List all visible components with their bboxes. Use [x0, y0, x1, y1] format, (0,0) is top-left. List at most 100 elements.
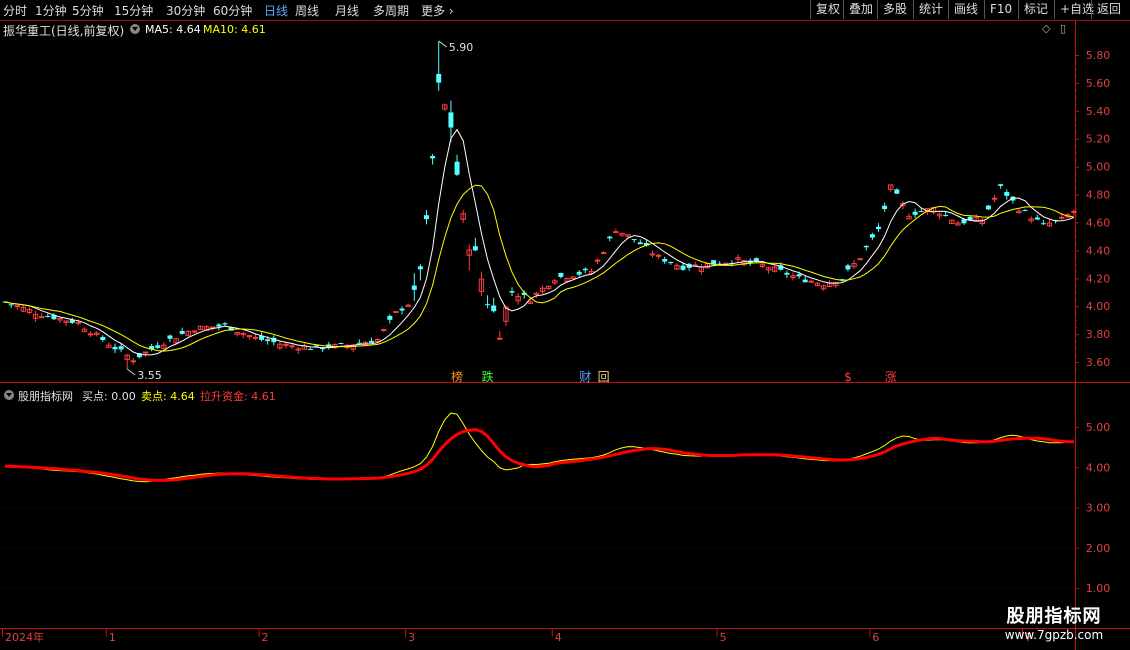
candle-body-down	[509, 291, 515, 293]
candle-body-down	[356, 342, 362, 344]
watermark-url: www.7gpzb.com	[1004, 628, 1104, 642]
y-tick-label: 4.60	[1086, 216, 1111, 229]
event-marker: 财	[579, 370, 591, 384]
y-minor-tick	[1075, 152, 1077, 154]
y-tick-mark	[1075, 278, 1079, 280]
candle-body-down	[631, 239, 637, 241]
candle-body-down	[607, 236, 613, 239]
ind-y-tick-label: 4.00	[1086, 461, 1111, 474]
candle-body-up	[393, 310, 399, 313]
tool-button-0[interactable]: 复权	[810, 0, 843, 19]
period-tab-9[interactable]: 多周期	[373, 2, 409, 19]
candle-body-up	[75, 321, 82, 324]
period-tab-6[interactable]: 日线	[264, 2, 288, 19]
candle-body-down	[680, 265, 686, 270]
y-minor-tick	[1075, 264, 1077, 266]
candle-body-down	[576, 271, 582, 275]
period-tab-10[interactable]: 更多 ›	[421, 2, 454, 19]
y-minor-tick	[1075, 180, 1077, 182]
y-tick-label: 5.40	[1086, 105, 1111, 118]
period-tab-0[interactable]: 分时	[3, 2, 27, 19]
y-minor-tick	[1075, 271, 1077, 273]
candle-body-up	[14, 305, 20, 308]
candle-body-up	[1071, 210, 1077, 213]
y-minor-tick	[1075, 292, 1077, 294]
candle-body-down	[45, 315, 51, 317]
candle-body-down	[265, 339, 271, 342]
period-tab-4[interactable]: 30分钟	[166, 2, 205, 19]
tool-button-3[interactable]: 统计	[913, 0, 948, 19]
tool-button-7[interactable]: +自选	[1054, 0, 1094, 19]
x-tick-mark	[258, 629, 260, 637]
tool-button-5[interactable]: F10	[984, 0, 1018, 19]
y-minor-tick	[1075, 117, 1077, 119]
ma10-line	[5, 184, 1074, 352]
y-minor-tick	[1075, 368, 1077, 370]
ind-y-tick-label: 3.00	[1086, 502, 1111, 515]
candle-body-down	[167, 335, 173, 339]
candle-body-down	[424, 215, 430, 220]
period-tab-5[interactable]: 60分钟	[213, 2, 252, 19]
y-tick-label: 3.60	[1086, 356, 1111, 369]
candle-body-up	[600, 252, 607, 255]
y-minor-tick	[1075, 68, 1077, 70]
y-minor-tick	[1075, 341, 1077, 343]
y-tick-label: 5.80	[1086, 49, 1111, 62]
candle-body-down	[417, 266, 423, 270]
tool-button-8[interactable]: 返回	[1091, 0, 1127, 19]
x-tick-label: 5	[720, 631, 727, 644]
candle-body-down	[8, 304, 14, 306]
y-tick-label: 4.00	[1086, 300, 1111, 313]
candle-body-down	[985, 205, 991, 210]
tool-button-4[interactable]: 画线	[948, 0, 984, 19]
candle-body-down	[112, 346, 118, 350]
period-tab-3[interactable]: 15分钟	[114, 2, 153, 19]
y-minor-tick	[1075, 208, 1077, 210]
event-marker: 涨	[885, 369, 897, 384]
x-tick-label: 2	[262, 631, 269, 644]
candle-body-down	[216, 324, 222, 327]
candle-body-down	[118, 346, 124, 350]
kline-chart[interactable]: 3.60 3.80 4.00 4.20 4.40 4.60 4.80 5.00 5.20 5.40…	[0, 21, 1130, 650]
period-tab-8[interactable]: 月线	[335, 2, 359, 19]
y-tick-label: 4.20	[1086, 272, 1111, 285]
candle-body-down	[1034, 217, 1040, 220]
right-axis-line	[1075, 21, 1076, 650]
period-tab-7[interactable]: 周线	[295, 2, 319, 19]
y-minor-tick	[1075, 187, 1077, 189]
x-tick-label: 1	[109, 631, 116, 644]
y-minor-tick	[1075, 215, 1077, 217]
candle-body-down	[637, 242, 643, 245]
candle-body-up	[289, 345, 295, 348]
watermark-title: 股朋指标网	[1006, 606, 1102, 627]
sell-point-line	[5, 412, 1074, 483]
y-minor-tick	[1075, 236, 1077, 238]
x-tick-label: 4	[555, 631, 562, 644]
candle-body-up	[142, 351, 149, 354]
tool-button-1[interactable]: 叠加	[843, 0, 877, 19]
event-marker: 榜	[451, 369, 463, 384]
candle-body-down	[918, 211, 924, 213]
candle-body-down	[668, 261, 674, 264]
y-tick-mark	[1075, 334, 1079, 336]
candle-body-down	[796, 274, 802, 277]
y-tick-label: 5.00	[1086, 161, 1111, 174]
x-tick-mark	[551, 629, 553, 637]
y-minor-tick	[1075, 285, 1077, 287]
watermark: 股朋指标网 www.7gpzb.com	[984, 602, 1124, 642]
annotation-pointer	[126, 368, 136, 376]
tool-button-2[interactable]: 多股	[877, 0, 913, 19]
event-marker: 跌	[482, 369, 494, 384]
candle-body-down	[314, 345, 320, 347]
y-minor-tick	[1075, 243, 1077, 245]
y-minor-tick	[1075, 257, 1077, 259]
candle-body-down	[411, 285, 417, 290]
period-tab-1[interactable]: 1分钟	[35, 2, 67, 19]
tool-button-6[interactable]: 标记	[1018, 0, 1054, 19]
period-tab-2[interactable]: 5分钟	[72, 2, 104, 19]
candle-body-down	[222, 323, 228, 325]
candle-body-down	[485, 304, 491, 306]
candle-body-up	[613, 231, 619, 234]
y-minor-tick	[1075, 173, 1077, 175]
y-tick-mark	[1075, 55, 1079, 56]
